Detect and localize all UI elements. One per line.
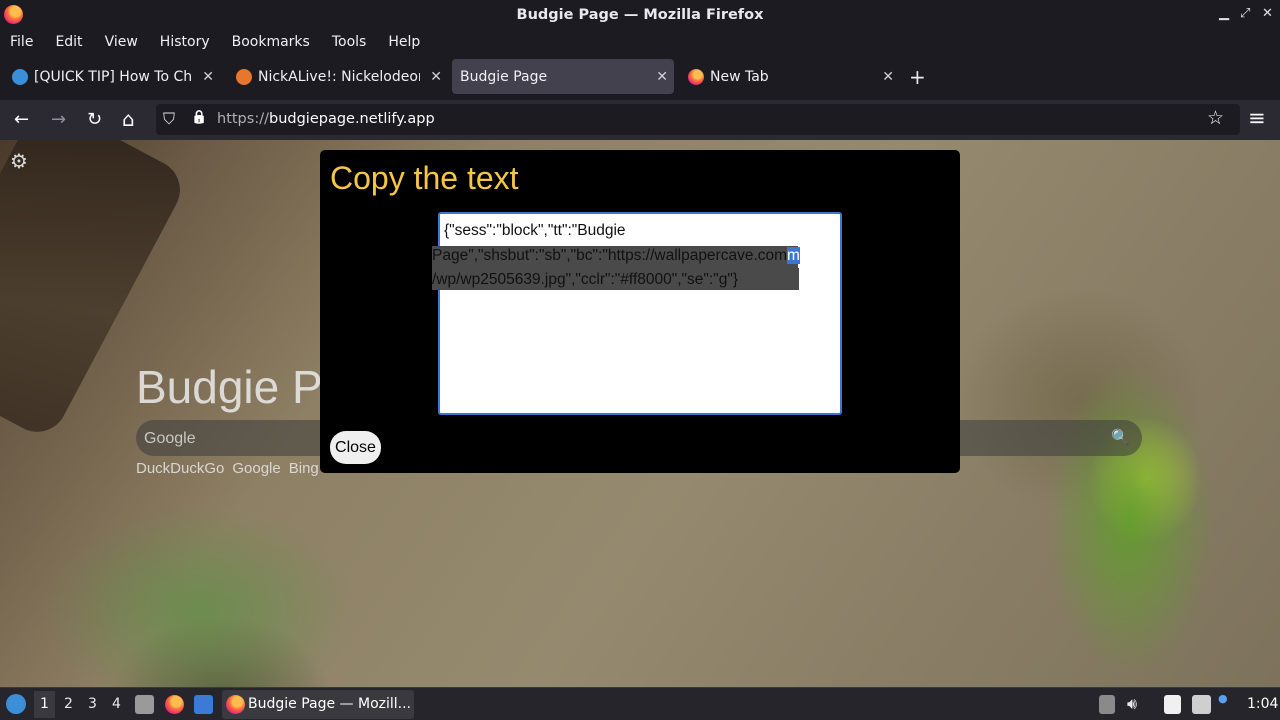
clock: 1:04 [1247, 696, 1279, 712]
selected-char: m [787, 247, 800, 264]
nickalive-icon [236, 68, 252, 85]
taskbar: 1 2 3 4 Budgie Page — Mozill... 🔊︎ ● 1:0… [0, 687, 1280, 720]
tab-label: [QUICK TIP] How To Chan [34, 68, 192, 85]
workspace-3[interactable]: 3 [88, 696, 97, 712]
task-label: Budgie Page — Mozill... [248, 696, 412, 712]
engine-links: DuckDuckGo Google Bing [136, 460, 327, 477]
notification-icon[interactable]: ● [1218, 692, 1228, 705]
copy-text-modal: Copy the text {"sess":"block","tt":"Budg… [320, 150, 960, 473]
textarea-line: Page","shsbut":"sb","bc":"https://wallpa… [432, 247, 800, 265]
menu-tools[interactable]: Tools [332, 34, 367, 50]
window-titlebar: Budgie Page — Mozilla Firefox ▁ ⤢ ✕ [0, 0, 1280, 29]
app-menu-button[interactable]: ≡ [1248, 106, 1266, 130]
firefox-icon [688, 68, 704, 85]
firefox-icon [4, 5, 23, 24]
firefox-icon [226, 695, 245, 714]
url-text[interactable]: https://budgiepage.netlify.app [217, 111, 435, 127]
search-placeholder: Google [144, 430, 196, 447]
workspace-2[interactable]: 2 [64, 696, 73, 712]
textarea-content: {"sess":"block","tt":"Budgie Page","shsb… [320, 218, 960, 298]
tab-budgie-page[interactable]: Budgie Page ✕ [452, 59, 674, 94]
tray-clipboard-icon[interactable] [1099, 695, 1115, 714]
task-firefox[interactable]: Budgie Page — Mozill... [222, 690, 414, 719]
modal-title: Copy the text [330, 160, 519, 196]
close-window-button[interactable]: ✕ [1262, 6, 1273, 21]
file-manager-icon[interactable] [135, 695, 154, 714]
tab-nickalive[interactable]: NickALive!: Nickelodeon ✕ [226, 59, 448, 94]
textarea-line: {"sess":"block","tt":"Budgie [444, 222, 626, 239]
new-tab-button[interactable]: + [909, 65, 926, 89]
minimize-button[interactable]: ▁ [1219, 6, 1229, 21]
reload-button[interactable]: ↻ [87, 109, 102, 130]
url-scheme: https:// [217, 111, 269, 127]
engine-duckduckgo[interactable]: DuckDuckGo [136, 460, 224, 477]
page-content: ⚙ Budgie P Google 🔍 DuckDuckGo Google Bing… [0, 140, 1280, 687]
lock-icon[interactable]: 🔒 [191, 110, 207, 125]
workspace-1[interactable]: 1 [34, 691, 55, 718]
firefox-launcher-icon[interactable] [165, 695, 184, 714]
tab-close-icon[interactable]: ✕ [656, 69, 668, 85]
menu-bookmarks[interactable]: Bookmarks [232, 34, 310, 50]
textarea-line-text: Page","shsbut":"sb","bc":"https://wallpa… [432, 247, 788, 264]
close-button[interactable]: Close [330, 431, 381, 464]
tab-quick-tip[interactable]: [QUICK TIP] How To Chan ✕ [2, 59, 220, 94]
app-launcher-icon[interactable] [6, 694, 26, 714]
gauge-icon [12, 68, 28, 85]
url-host: budgiepage.netlify.app [268, 111, 435, 127]
menu-file[interactable]: File [10, 34, 33, 50]
tab-close-icon[interactable]: ✕ [882, 69, 894, 85]
nav-bar: ← → ↻ ⌂ ⛉ 🔒 https://budgiepage.netlify.a… [0, 100, 1280, 140]
textarea-line: /wp/wp2505639.jpg","cclr":"#ff8000","se"… [432, 271, 739, 288]
search-icon[interactable]: 🔍 [1111, 428, 1130, 446]
desktop-icon[interactable] [194, 695, 213, 714]
tab-close-icon[interactable]: ✕ [430, 69, 442, 85]
tab-label: Budgie Page [460, 68, 548, 85]
workspace-4[interactable]: 4 [112, 696, 121, 712]
bookmark-star-icon[interactable]: ☆ [1207, 107, 1224, 129]
engine-bing[interactable]: Bing [289, 460, 319, 477]
back-button[interactable]: ← [14, 109, 29, 130]
menu-history[interactable]: History [160, 34, 210, 50]
volume-icon[interactable]: 🔊︎ [1127, 694, 1137, 714]
url-bar[interactable]: ⛉ 🔒 https://budgiepage.netlify.app ☆ [156, 104, 1240, 135]
maximize-button[interactable]: ⤢ [1240, 6, 1250, 21]
menu-help[interactable]: Help [388, 34, 420, 50]
home-button[interactable]: ⌂ [122, 107, 135, 131]
menu-edit[interactable]: Edit [55, 34, 82, 50]
gear-icon[interactable]: ⚙ [10, 149, 28, 173]
menu-bar: File Edit View History Bookmarks Tools H… [0, 29, 1280, 54]
tab-close-icon[interactable]: ✕ [202, 69, 214, 85]
tab-strip: [QUICK TIP] How To Chan ✕ NickALive!: Ni… [0, 54, 1280, 100]
forward-button[interactable]: → [51, 109, 66, 130]
tray-display-icon[interactable] [1192, 695, 1211, 714]
tab-new-tab[interactable]: New Tab ✕ [678, 59, 900, 94]
tab-label: NickALive!: Nickelodeon [258, 68, 420, 85]
page-heading: Budgie P [136, 361, 323, 413]
tray-notes-icon[interactable] [1164, 695, 1181, 714]
window-title: Budgie Page — Mozilla Firefox [516, 6, 764, 23]
shield-icon[interactable]: ⛉ [163, 109, 175, 129]
menu-view[interactable]: View [105, 34, 138, 50]
engine-google[interactable]: Google [232, 460, 280, 477]
tab-label: New Tab [710, 68, 769, 85]
